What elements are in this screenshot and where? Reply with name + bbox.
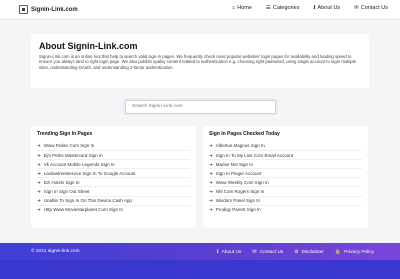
nav-contact[interactable]: ✉ Contact Us [354, 5, 388, 11]
list-item-label: Unable To Sign In On This Device Cash Ap… [43, 198, 132, 204]
list-item[interactable]: ➔ Dzi Hotels Sign In [37, 177, 190, 186]
list-item[interactable]: ➔ Unable To Sign In On This Device Cash A… [37, 195, 190, 205]
arrow-right-icon: ➔ [37, 170, 41, 176]
arrow-right-icon: ➔ [37, 143, 41, 148]
footer: © 2021 signin-link.com ℹ About Us ✉ Cont… [0, 243, 400, 260]
list-item[interactable]: ➔ Nhl Com Rogers Sign In [209, 186, 362, 195]
footer-disclaimer-link[interactable]: ⊘ Disclaimer [294, 249, 324, 255]
list-item[interactable]: ➔ Lavitastreetservice Sign In To Google A… [37, 168, 190, 177]
top-navbar: Signin-Link.com ⌂ Home ☰ Categories ℹ Ab… [0, 0, 400, 20]
list-item-label: Http Www Moviestarplanet Com Sign In [43, 207, 124, 213]
list-item[interactable]: ➔ Wisdom Panel Sign In [209, 195, 362, 205]
arrow-right-icon: ➔ [37, 188, 41, 194]
info-icon: ℹ [216, 249, 219, 255]
list-item-label: Www Weebly Com Sign In [215, 179, 269, 185]
list-item-label: Bj's Perks Mastercard Sign In [43, 152, 103, 158]
mail-icon: ✉ [252, 249, 257, 255]
arrow-right-icon: ➔ [37, 152, 41, 158]
mail-icon: ✉ [354, 5, 359, 11]
arrow-right-icon: ➔ [209, 188, 213, 194]
checked-title: Sign In Pages Checked Today [209, 131, 280, 137]
footer-contact-label: Contact Us [259, 249, 284, 255]
nav-home[interactable]: ⌂ Home [232, 5, 252, 11]
list-item[interactable]: ➔ Prodigy Parent Sign In [209, 204, 362, 214]
copyright-text: © 2021 signin-link.com [31, 249, 80, 254]
footer-privacy-label: Privacy Policy [344, 249, 374, 255]
about-title: About Signin-Link.com [39, 41, 138, 51]
info-icon: ℹ [313, 5, 316, 11]
checked-panel: Sign In Pages Checked Today ➔ Albertus Ma… [203, 126, 368, 228]
list-item[interactable]: ➔ Marine Net Sign In [209, 159, 362, 168]
nav-categories[interactable]: ☰ Categories [266, 5, 300, 11]
list-item[interactable]: ➔ Sign In To My Live Com Email Account [209, 150, 362, 159]
footer-disclaimer-label: Disclaimer [301, 249, 324, 255]
list-item-label: Lavitastreetservice Sign In To Google Ac… [43, 170, 136, 176]
arrow-right-icon: ➔ [209, 170, 213, 176]
arrow-right-icon: ➔ [209, 143, 213, 148]
search-input[interactable]: Search Signin-Link.com [125, 100, 276, 114]
home-icon: ⌂ [231, 5, 236, 11]
nav-categories-label: Categories [272, 5, 300, 11]
about-text: Signin-Link.com is an online tool that h… [39, 54, 357, 70]
arrow-right-icon: ➔ [209, 152, 213, 158]
footer-bottom-bar [0, 260, 400, 279]
arrow-right-icon: ➔ [209, 207, 213, 213]
brand-logo-link[interactable]: Signin-Link.com [19, 4, 78, 15]
footer-nav: ℹ About Us ✉ Contact Us ⊘ Disclaimer 🔒 P… [217, 249, 374, 255]
categories-icon: ☰ [265, 5, 271, 11]
list-item-label: Marine Net Sign In [215, 161, 254, 167]
footer-about-label: About Us [221, 249, 242, 255]
list-item-label: Prodigy Parent Sign In [215, 207, 261, 213]
checked-list: ➔ Albertus Magnus Sign In ➔ Sign In To My … [209, 141, 362, 214]
nav-about[interactable]: ℹ About Us [313, 5, 340, 11]
arrow-right-icon: ➔ [37, 161, 41, 167]
nav-contact-label: Contact Us [360, 5, 388, 11]
list-item[interactable]: ➔ Vk Account Mobile Legends Sign In [37, 159, 190, 168]
arrow-right-icon: ➔ [37, 207, 41, 213]
list-item-label: Sign In To My Live Com Email Account [215, 152, 293, 158]
disclaimer-icon: ⊘ [294, 249, 299, 255]
footer-about-link[interactable]: ℹ About Us [217, 249, 242, 255]
nav-about-label: About Us [317, 5, 341, 11]
arrow-right-icon: ➔ [209, 198, 213, 204]
list-item-label: Dzi Hotels Sign In [43, 179, 80, 185]
list-item[interactable]: ➔ Sign In Sign Out Sheet [37, 186, 190, 195]
main-nav: ⌂ Home ☰ Categories ℹ About Us ✉ Contact… [232, 5, 388, 11]
about-card: About Signin-Link.com Signin-Link.com is… [31, 34, 369, 88]
lock-icon: 🔒 [334, 249, 342, 255]
trending-list: ➔ Www Fedex Com Sign In ➔ Bj's Perks Maste… [37, 141, 190, 214]
list-item-label: Www Fedex Com Sign In [43, 143, 95, 148]
list-item[interactable]: ➔ Www Fedex Com Sign In [37, 141, 190, 150]
list-item-label: Albertus Magnus Sign In [215, 143, 265, 148]
list-item-label: Wisdom Panel Sign In [215, 198, 261, 204]
trending-panel: Trending Sign In Pages ➔ Www Fedex Com Si… [31, 126, 196, 228]
list-item-label: Sign In Pinger Account [215, 170, 262, 176]
list-item-label: Nhl Com Rogers Sign In [215, 188, 265, 194]
list-item-label: Sign In Sign Out Sheet [43, 188, 90, 194]
brand-name: Signin-Link.com [31, 6, 78, 13]
list-item[interactable]: ➔ Sign In Pinger Account [209, 168, 362, 177]
list-item[interactable]: ➔ Www Weebly Com Sign In [209, 177, 362, 186]
arrow-right-icon: ➔ [37, 179, 41, 185]
list-item[interactable]: ➔ Albertus Magnus Sign In [209, 141, 362, 150]
footer-contact-link[interactable]: ✉ Contact Us [252, 249, 283, 255]
trending-title: Trending Sign In Pages [37, 131, 93, 137]
list-item[interactable]: ➔ Http Www Moviestarplanet Com Sign In [37, 204, 190, 214]
list-item[interactable]: ➔ Bj's Perks Mastercard Sign In [37, 150, 190, 159]
arrow-right-icon: ➔ [37, 198, 41, 204]
site-logo-icon [19, 5, 28, 14]
arrow-right-icon: ➔ [209, 179, 213, 185]
list-item-label: Vk Account Mobile Legends Sign In [43, 161, 115, 167]
footer-privacy-link[interactable]: 🔒 Privacy Policy [335, 249, 374, 255]
nav-home-label: Home [237, 5, 252, 11]
arrow-right-icon: ➔ [209, 161, 213, 167]
